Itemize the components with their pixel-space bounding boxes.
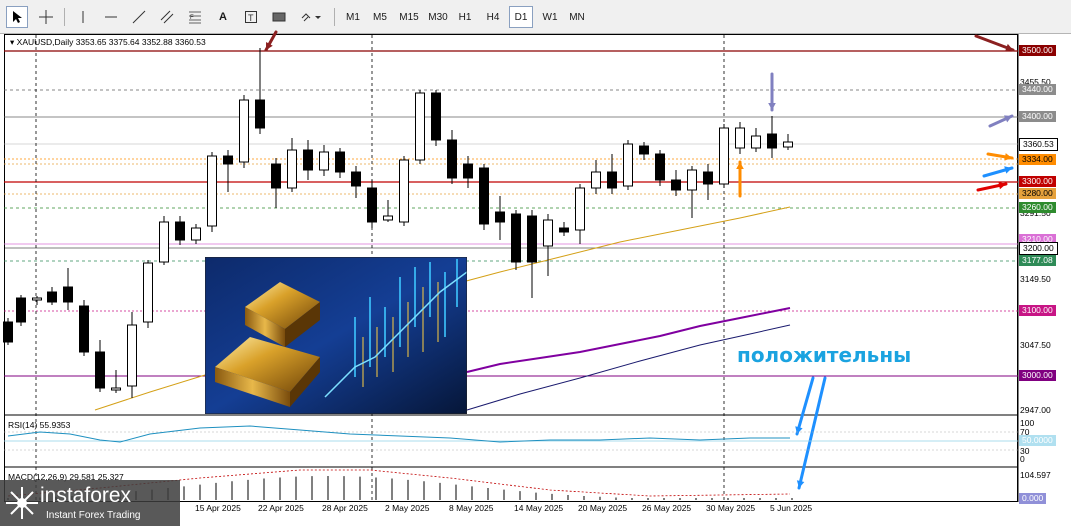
date-label: 2 May 2025 [385, 503, 430, 513]
candle-body [639, 145, 649, 155]
candle-body [335, 151, 345, 173]
candle-body [303, 149, 313, 171]
logo-icon [6, 487, 38, 519]
candle-body [623, 143, 633, 187]
macd-value-box: 0.000 [1019, 493, 1047, 504]
level-price-box: 3500.00 [1019, 45, 1056, 56]
candle-body [495, 211, 505, 223]
candle-body [735, 127, 745, 149]
candle-body [511, 213, 521, 263]
candle-body [767, 133, 777, 149]
candle-body [175, 221, 185, 241]
candle-body [415, 92, 425, 161]
price-label: 3047.50 [1020, 340, 1051, 350]
candle-body [447, 139, 457, 179]
candle-body [191, 227, 201, 241]
candle-body [351, 171, 361, 187]
level-price-box: 3260.00 [1019, 202, 1056, 213]
candle-body [527, 215, 537, 263]
candle-body [783, 141, 793, 148]
candle-body [703, 171, 713, 185]
candle-body [207, 155, 217, 227]
level-price-box: 3280.00 [1019, 188, 1056, 199]
candle-body [159, 221, 169, 263]
candle-body [111, 387, 121, 391]
candle-body [399, 159, 409, 223]
candle-body [271, 163, 281, 189]
instaforex-logo: instaforex Instant Forex Trading [0, 480, 180, 526]
level-price-box: 3100.00 [1019, 305, 1056, 316]
date-label: 30 May 2025 [706, 503, 756, 513]
candle-body [719, 127, 729, 185]
candle-body [655, 153, 665, 181]
price-label: 3149.50 [1020, 274, 1051, 284]
rsi-label: RSI(14) 55.9353 [8, 420, 71, 430]
candle-body [319, 151, 329, 171]
gold-bars-photo [205, 257, 467, 414]
candle-body [255, 99, 265, 129]
rsi-value-box: 50.0000 [1019, 435, 1056, 446]
rsi-scale-0: 0 [1020, 454, 1025, 464]
date-label: 26 May 2025 [642, 503, 692, 513]
logo-tagline: Instant Forex Trading [46, 510, 141, 521]
candle-body [143, 262, 153, 323]
candle-body [671, 179, 681, 191]
symbol-info: ▾ XAUUSD,Daily 3353.65 3375.64 3352.88 3… [10, 37, 206, 48]
candle-body [431, 92, 441, 141]
candle-body [367, 187, 377, 223]
candle-body [591, 171, 601, 189]
macd-scale: 104.597 [1020, 470, 1051, 480]
chart-canvas [3, 30, 1019, 502]
date-label: 5 Jun 2025 [770, 503, 813, 513]
date-label: 14 May 2025 [514, 503, 564, 513]
arrow-purple-down-head [768, 102, 776, 110]
dropdown-triangle-icon[interactable]: ▾ [10, 37, 14, 47]
candle-body [47, 291, 57, 303]
date-label: 28 Apr 2025 [322, 503, 368, 513]
candle-body [543, 219, 553, 247]
candle-body [687, 169, 697, 191]
date-label: 22 Apr 2025 [258, 503, 304, 513]
candle-body [559, 227, 569, 233]
rsi-line [7, 425, 790, 443]
level-price-box: 3440.00 [1019, 84, 1056, 95]
date-label: 15 Apr 2025 [195, 503, 241, 513]
candle-body [607, 171, 617, 189]
candle-body [79, 305, 89, 353]
annotation-text: положительны [737, 343, 912, 367]
price-label: 2947.00 [1020, 405, 1051, 415]
level-price-box: 3300.00 [1019, 176, 1056, 187]
candle-body [287, 149, 297, 189]
candle-body [32, 297, 42, 301]
candle-body [751, 135, 761, 149]
level-price-box: 3334.00 [1019, 154, 1056, 165]
candle-body [223, 155, 233, 165]
candle-body [463, 163, 473, 179]
arrow-blue-macd [797, 376, 827, 490]
level-price-box: 3360.53 [1019, 138, 1058, 151]
gold-bars-image [205, 257, 467, 414]
date-label: 20 May 2025 [578, 503, 628, 513]
level-price-box: 3400.00 [1019, 111, 1056, 122]
arrow-blue-rsi [795, 376, 815, 436]
date-label: 8 May 2025 [449, 503, 494, 513]
arrow-orange-up-head [736, 162, 744, 170]
candle-body [239, 99, 249, 163]
candle-body [63, 286, 73, 303]
level-price-box: 3177.08 [1019, 255, 1056, 266]
candle-body [95, 351, 105, 389]
candle-body [127, 324, 137, 387]
candle-body [3, 321, 13, 343]
candle-body [16, 297, 26, 323]
level-price-box: 3200.00 [1019, 242, 1058, 255]
candle-body [479, 167, 489, 225]
candle-body [575, 187, 585, 231]
level-price-box: 3000.00 [1019, 370, 1056, 381]
logo-name: instaforex [40, 484, 132, 507]
symbol-line: XAUUSD,Daily 3353.65 3375.64 3352.88 336… [16, 37, 206, 47]
candle-body [383, 215, 393, 221]
ma-navy-line [466, 324, 791, 411]
